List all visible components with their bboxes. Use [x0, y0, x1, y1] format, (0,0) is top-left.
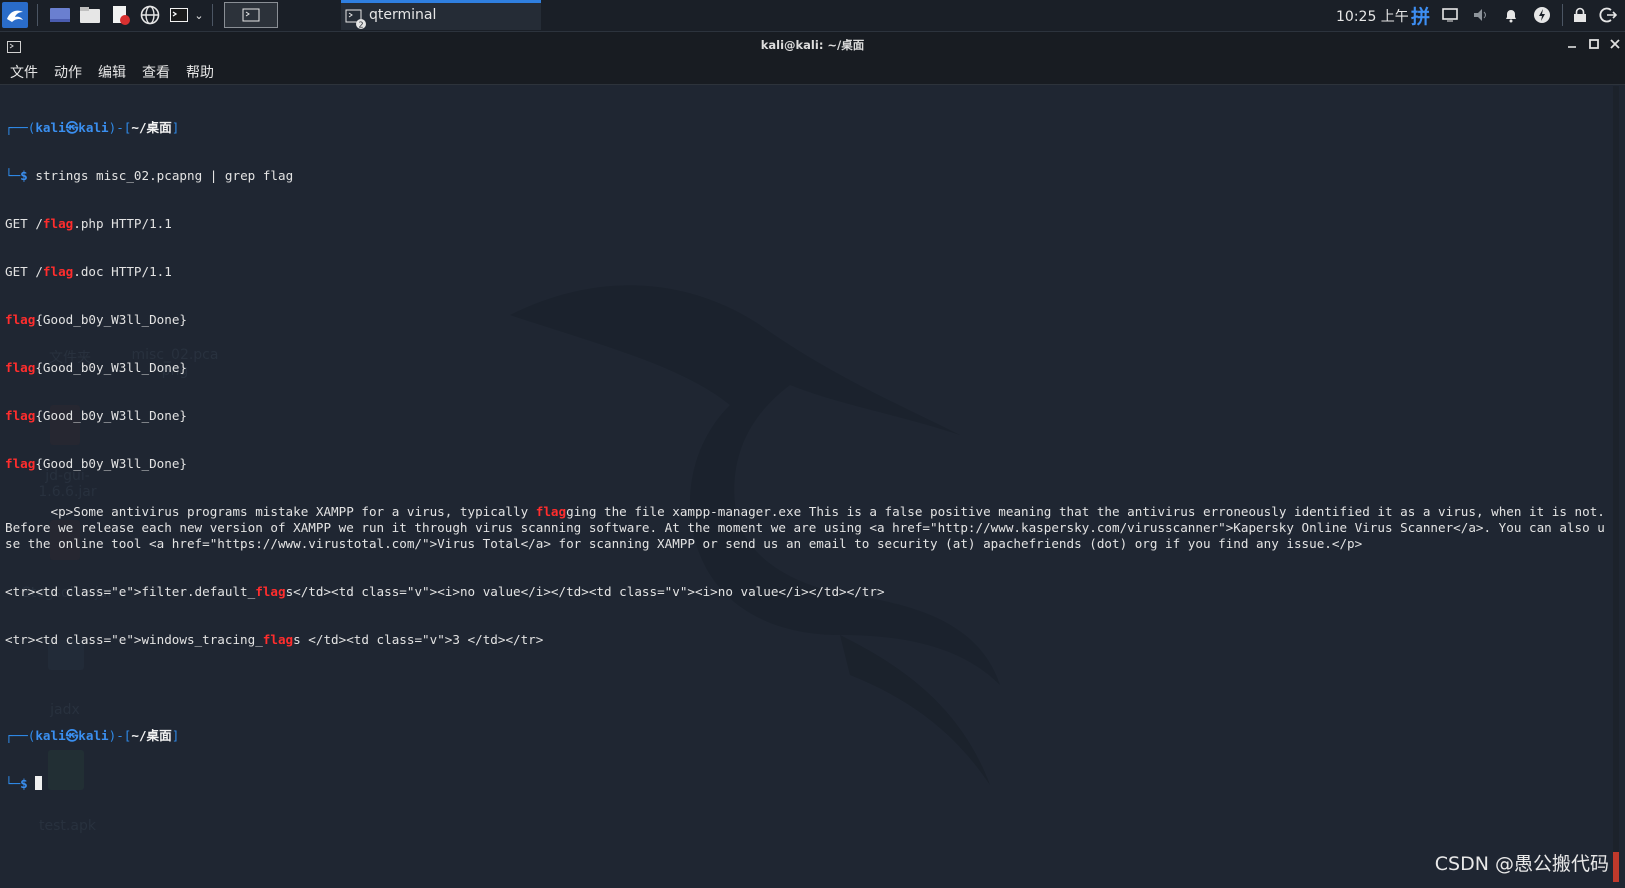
- menu-action[interactable]: 动作: [54, 62, 82, 82]
- logout-icon[interactable]: [1598, 5, 1618, 25]
- volume-icon[interactable]: [1471, 5, 1491, 25]
- prompt-line: ┌──(kali㉿kali)-[~/桌面]: [5, 120, 180, 135]
- terminal-icon: 2: [345, 9, 367, 33]
- terminal-launcher-icon[interactable]: [168, 4, 190, 26]
- menu-view[interactable]: 查看: [142, 62, 170, 82]
- output-line: GET /flag.php HTTP/1.1: [5, 216, 172, 231]
- show-desktop-icon[interactable]: [48, 4, 72, 26]
- menu-edit[interactable]: 编辑: [98, 62, 126, 82]
- taskbar-window-qterminal[interactable]: 2 qterminal: [341, 0, 541, 30]
- close-button[interactable]: [1607, 36, 1623, 52]
- window-title: kali@kali: ~/桌面: [760, 38, 865, 52]
- output-line: <tr><td class="e">filter.default_flags</…: [5, 584, 885, 599]
- chevron-down-icon[interactable]: ⌄: [192, 4, 206, 26]
- minimize-button[interactable]: [1564, 36, 1580, 52]
- menu-help[interactable]: 帮助: [186, 62, 214, 82]
- csdn-watermark: CSDN @愚公搬代码: [1434, 853, 1609, 875]
- menu-file[interactable]: 文件: [10, 62, 38, 82]
- input-method-indicator[interactable]: 拼: [1411, 2, 1430, 29]
- clock[interactable]: 10:25 上午: [1336, 6, 1409, 26]
- input-line[interactable]: └─$: [5, 776, 1611, 792]
- lock-screen-icon[interactable]: [1570, 5, 1590, 25]
- output-line: flag{Good_b0y_W3ll_Done}: [5, 456, 187, 471]
- web-browser-icon[interactable]: [138, 4, 162, 26]
- top-panel: ⌄ 2 qterminal 10:25 上午 拼: [0, 0, 1625, 32]
- window-count-badge: 2: [359, 21, 364, 30]
- workspace-button[interactable]: [224, 2, 278, 28]
- text-editor-icon[interactable]: [108, 4, 132, 26]
- output-line: GET /flag.doc HTTP/1.1: [5, 264, 172, 279]
- kali-menu-icon[interactable]: [2, 2, 28, 28]
- terminal-area[interactable]: 文件夹 misc_02.pca png jd-gui-1.6.6.jar Ste…: [0, 85, 1625, 888]
- terminal-output: ┌──(kali㉿kali)-[~/桌面] └─$ strings misc_0…: [5, 88, 1611, 824]
- output-line: <tr><td class="e">windows_tracing_flags …: [5, 632, 544, 647]
- panel-separator: [37, 4, 38, 26]
- command-line: └─$ strings misc_02.pcapng | grep flag: [5, 168, 294, 183]
- panel-separator: [1562, 4, 1563, 26]
- output-line: flag{Good_b0y_W3ll_Done}: [5, 408, 187, 423]
- scrollbar-thumb[interactable]: [1613, 852, 1619, 882]
- menu-bar: 文件 动作 编辑 查看 帮助: [0, 57, 1625, 85]
- notifications-bell-icon[interactable]: [1501, 5, 1521, 25]
- file-manager-icon[interactable]: [78, 4, 102, 26]
- power-manager-icon[interactable]: [1532, 5, 1552, 25]
- output-line: flag{Good_b0y_W3ll_Done}: [5, 312, 187, 327]
- display-icon[interactable]: [1440, 5, 1460, 25]
- panel-separator: [212, 4, 213, 26]
- maximize-button[interactable]: [1586, 36, 1602, 52]
- prompt-line: ┌──(kali㉿kali)-[~/桌面]: [5, 728, 180, 743]
- output-line-wrapped: <p>Some antivirus programs mistake XAMPP…: [5, 504, 1613, 551]
- output-line: flag{Good_b0y_W3ll_Done}: [5, 360, 187, 375]
- terminal-icon: [242, 8, 260, 22]
- command-text: strings misc_02.pcapng | grep flag: [35, 168, 294, 183]
- window-titlebar[interactable]: kali@kali: ~/桌面: [0, 32, 1625, 57]
- text-cursor: [35, 776, 43, 790]
- terminal-scrollbar[interactable]: [1613, 86, 1619, 876]
- taskbar-window-label: qterminal: [369, 7, 437, 23]
